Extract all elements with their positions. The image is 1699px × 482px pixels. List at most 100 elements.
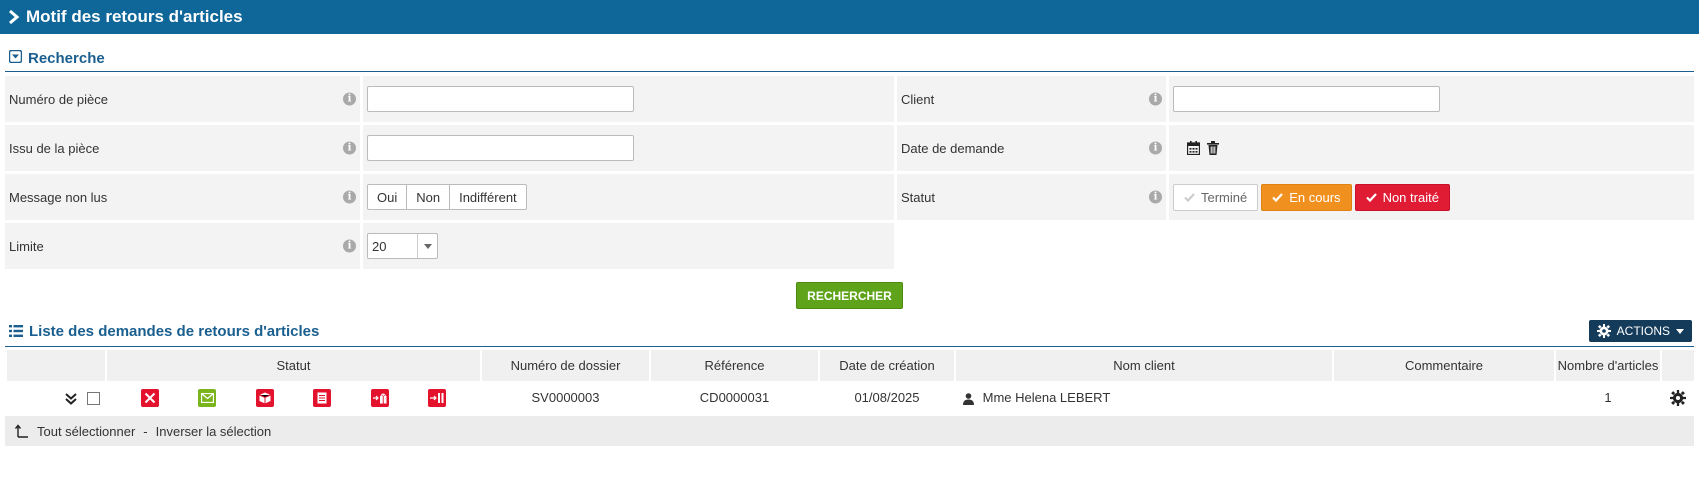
info-icon[interactable]: i <box>1149 141 1162 155</box>
document-icon[interactable] <box>313 388 332 407</box>
close-icon[interactable] <box>140 388 159 407</box>
message-toggle-group: Oui Non Indifférent <box>367 184 527 210</box>
search-form: Numéro de pièce i Client i Issu de la pi… <box>5 76 1694 269</box>
invert-selection-link[interactable]: Inverser la sélection <box>156 424 272 439</box>
trash-icon[interactable] <box>1207 141 1219 155</box>
info-icon[interactable]: i <box>343 190 356 204</box>
search-section-title: Recherche <box>28 50 105 67</box>
issu-label: Issu de la pièce <box>9 140 100 156</box>
user-icon <box>963 392 974 405</box>
limite-label-cell: Limite i <box>5 223 360 269</box>
column-header-client[interactable]: Nom client <box>954 350 1334 381</box>
gear-icon[interactable] <box>1670 389 1686 406</box>
search-button[interactable]: RECHERCHER <box>796 282 903 309</box>
column-header <box>1660 350 1696 381</box>
statut-option-label: Non traité <box>1382 189 1439 205</box>
caret-down-icon <box>1676 328 1684 334</box>
returns-table: Statut Numéro de dossier Référence Date … <box>5 350 1696 414</box>
list-section-header: Liste des demandes de retours d'articles… <box>5 320 1694 347</box>
message-label: Message non lus <box>9 189 108 205</box>
chevron-right-icon <box>8 10 20 24</box>
piece-label-cell: Numéro de pièce i <box>5 76 360 122</box>
list-icon <box>9 325 23 337</box>
piece-label: Numéro de pièce <box>9 91 108 107</box>
envelope-icon[interactable] <box>198 388 217 407</box>
dossier-cell[interactable]: SV0000003 <box>481 381 650 414</box>
limite-select-cell: 20 <box>363 223 894 269</box>
chevron-down-icon[interactable] <box>417 234 437 258</box>
date-cell: 01/08/2025 <box>854 390 920 405</box>
reference-cell[interactable]: CD0000031 <box>650 381 819 414</box>
client-label-cell: Client i <box>897 76 1166 122</box>
date-label: Date de demande <box>901 140 1005 156</box>
message-options-cell: Oui Non Indifférent <box>363 174 894 220</box>
message-option-indifferent[interactable]: Indifférent <box>450 184 527 210</box>
row-settings-cell <box>1661 381 1695 414</box>
selection-footer: Tout sélectionner - Inverser la sélectio… <box>5 416 1694 446</box>
info-icon[interactable]: i <box>343 141 356 155</box>
statut-option-en-cours[interactable]: En cours <box>1261 183 1352 211</box>
message-label-cell: Message non lus i <box>5 174 360 220</box>
column-header-reference[interactable]: Référence <box>649 350 820 381</box>
client-input[interactable] <box>1173 86 1440 112</box>
statut-toggle-group: Terminé En cours Non traité <box>1173 183 1450 211</box>
collapse-square-icon[interactable] <box>8 49 23 67</box>
select-all-link[interactable]: Tout sélectionner <box>37 424 135 439</box>
message-option-oui[interactable]: Oui <box>367 184 408 210</box>
piece-input-cell <box>363 76 894 122</box>
column-header-dossier[interactable]: Numéro de dossier <box>480 350 651 381</box>
column-header-commentaire[interactable]: Commentaire <box>1332 350 1556 381</box>
limite-select[interactable]: 20 <box>367 233 438 259</box>
statut-option-label: En cours <box>1289 189 1341 205</box>
check-icon <box>1184 192 1195 202</box>
statut-label: Statut <box>901 189 935 205</box>
package-icon[interactable] <box>255 388 274 407</box>
info-icon[interactable]: i <box>1149 190 1162 204</box>
commentaire-cell <box>1333 381 1555 414</box>
piece-input[interactable] <box>367 86 634 112</box>
statut-label-cell: Statut i <box>897 174 1166 220</box>
column-header-statut[interactable]: Statut <box>105 350 482 381</box>
client-name: Mme Helena LEBERT <box>982 390 1111 405</box>
statut-options-cell: Terminé En cours Non traité <box>1169 174 1694 220</box>
message-option-non[interactable]: Non <box>407 184 451 210</box>
limite-select-value: 20 <box>372 238 387 254</box>
double-chevron-down-icon[interactable] <box>65 392 78 405</box>
statut-option-non-traite[interactable]: Non traité <box>1354 183 1450 211</box>
return-gift-icon[interactable] <box>370 388 389 407</box>
table-row[interactable]: SV0000003 CD0000031 01/08/2025 Mme Helen… <box>6 381 1695 414</box>
column-header-date[interactable]: Date de création <box>818 350 956 381</box>
info-icon[interactable]: i <box>343 239 356 253</box>
nombre-cell: 1 <box>1604 390 1612 405</box>
actions-button[interactable]: ACTIONS <box>1588 320 1692 342</box>
date-label-cell: Date de demande i <box>897 125 1166 171</box>
return-barrier-icon[interactable] <box>428 388 447 407</box>
issu-input[interactable] <box>367 135 634 161</box>
info-icon[interactable]: i <box>1149 92 1162 106</box>
separator: - <box>143 423 148 439</box>
limite-label: Limite <box>9 238 44 254</box>
check-icon <box>1365 192 1377 202</box>
arrow-up-corner-icon <box>15 424 29 438</box>
row-controls-cell <box>6 381 106 414</box>
search-section-header[interactable]: Recherche <box>5 44 1694 72</box>
row-checkbox[interactable] <box>87 392 100 406</box>
calendar-icon[interactable] <box>1187 141 1200 155</box>
client-input-cell <box>1169 76 1694 122</box>
list-section-title-wrap: Liste des demandes de retours d'articles <box>9 323 1589 340</box>
statut-option-label: Terminé <box>1201 189 1248 205</box>
table-header-row: Statut Numéro de dossier Référence Date … <box>5 350 1696 381</box>
check-icon <box>1272 192 1284 202</box>
date-picker-cell <box>1169 125 1694 171</box>
page-header: Motif des retours d'articles <box>0 0 1699 34</box>
statut-option-termine[interactable]: Terminé <box>1173 183 1259 211</box>
client-cell: Mme Helena LEBERT <box>955 381 1333 414</box>
row-status-cell <box>106 381 481 414</box>
page-title: Motif des retours d'articles <box>26 7 243 26</box>
column-header <box>5 350 107 381</box>
search-button-wrap: RECHERCHER <box>0 282 1699 309</box>
issu-label-cell: Issu de la pièce i <box>5 125 360 171</box>
column-header-nombre[interactable]: Nombre d'articles <box>1554 350 1662 381</box>
gear-icon <box>1596 324 1611 338</box>
info-icon[interactable]: i <box>343 92 356 106</box>
